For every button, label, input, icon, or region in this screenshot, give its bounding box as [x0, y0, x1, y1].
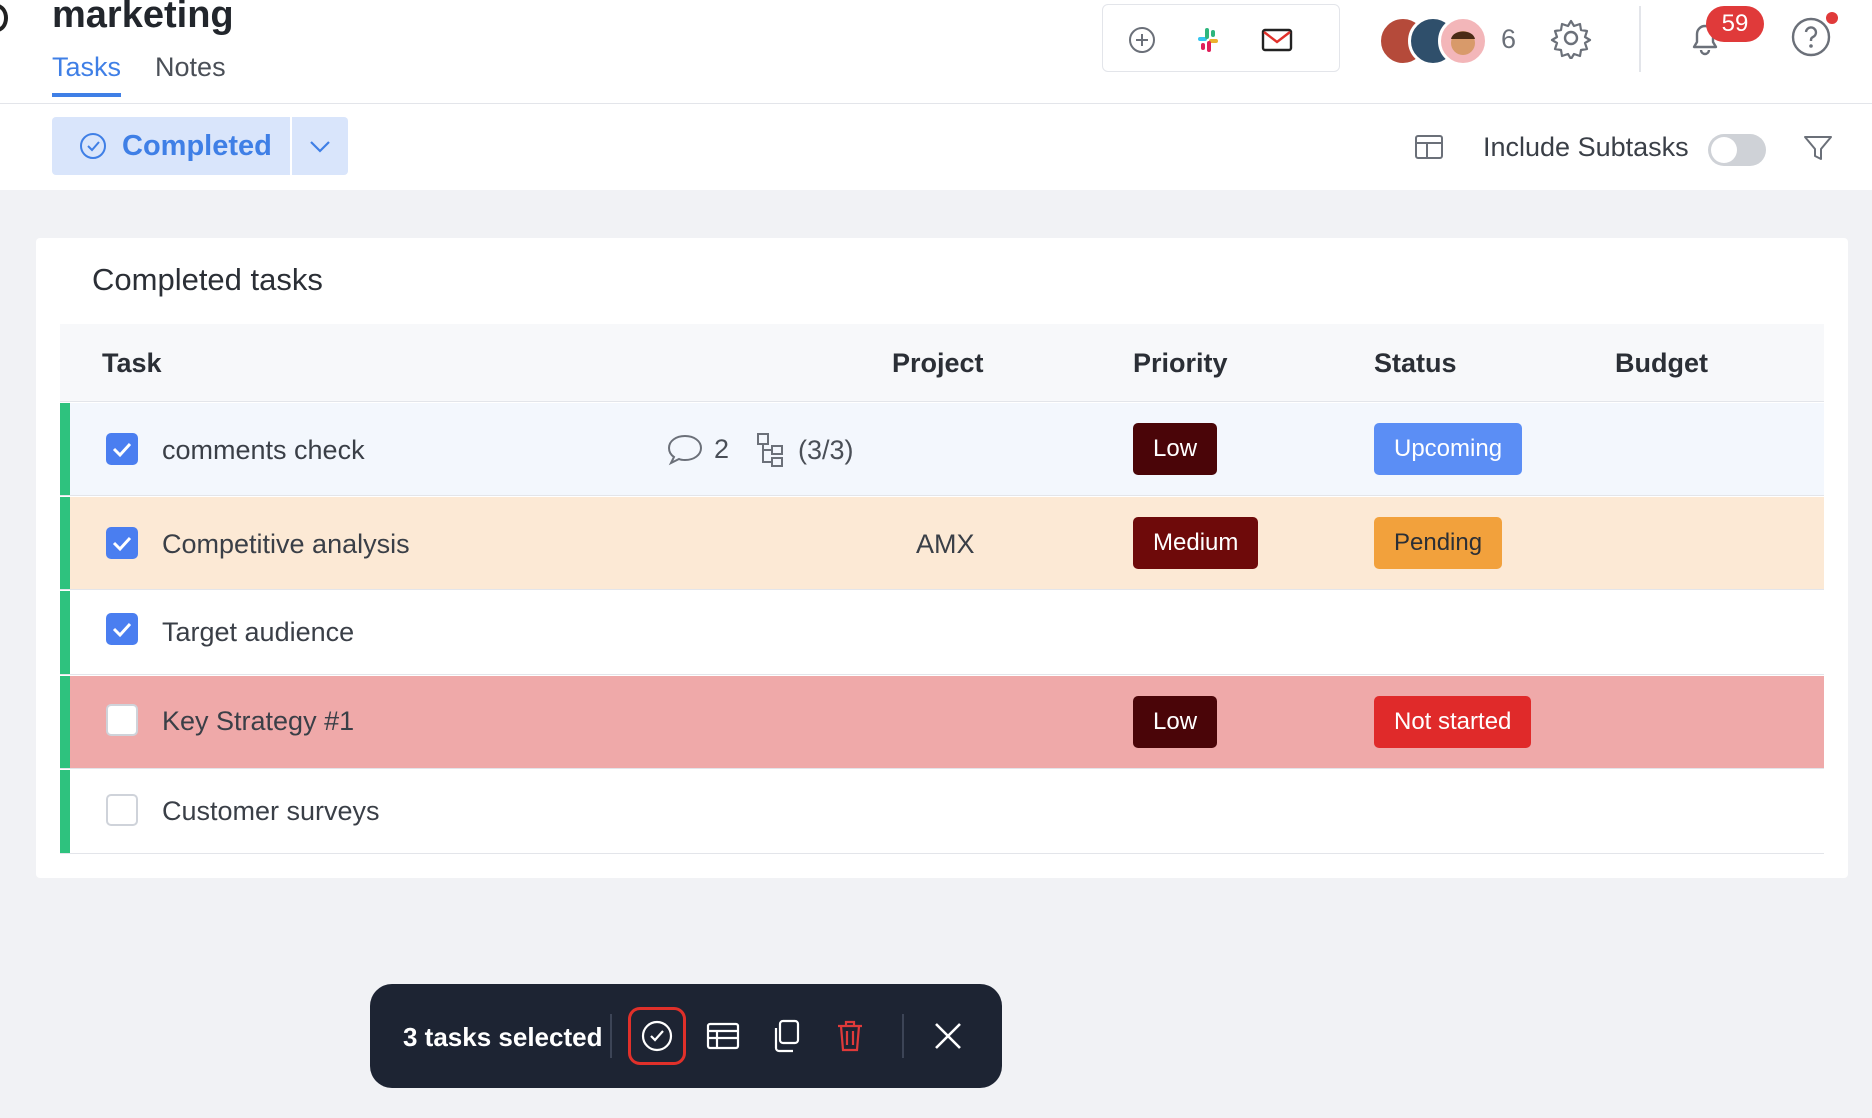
close-icon	[935, 1023, 961, 1049]
filter-dropdown-button[interactable]	[292, 117, 348, 175]
comments-count-text: 2	[714, 433, 730, 464]
status-badge[interactable]: Not started	[1374, 696, 1532, 748]
move-to-table-button[interactable]	[701, 1014, 745, 1058]
chevron-down-icon	[310, 141, 330, 153]
checkmark-icon	[112, 442, 132, 458]
header-divider	[1639, 6, 1641, 72]
help-icon[interactable]	[1790, 16, 1832, 58]
project-name[interactable]: AMX	[916, 529, 975, 560]
close-selection-button[interactable]	[926, 1014, 970, 1058]
task-name[interactable]: Target audience	[162, 617, 354, 648]
table-header: Task Project Priority Status Budget	[60, 324, 1824, 402]
row-stripe	[60, 403, 70, 495]
mark-complete-button[interactable]	[628, 1007, 686, 1065]
bulk-action-bar: 3 tasks selected	[370, 984, 1002, 1088]
task-name[interactable]: Customer surveys	[162, 796, 380, 827]
column-header-task[interactable]: Task	[102, 348, 162, 379]
priority-badge[interactable]: Low	[1133, 696, 1218, 748]
add-circle-icon[interactable]	[1125, 23, 1159, 57]
row-stripe	[60, 770, 70, 853]
layout-icon[interactable]	[1414, 132, 1444, 162]
table-row[interactable]: Customer surveys	[60, 770, 1824, 854]
action-bar-divider	[902, 1014, 904, 1058]
column-header-priority[interactable]: Priority	[1133, 348, 1228, 379]
members-count: 6	[1501, 24, 1517, 54]
help-alert-dot	[1826, 12, 1838, 24]
integrations-group	[1102, 4, 1340, 72]
selected-count: 3 tasks selected	[403, 1022, 603, 1052]
action-bar-divider	[610, 1014, 612, 1058]
row-stripe	[60, 676, 70, 768]
task-name[interactable]: Competitive analysis	[162, 529, 410, 560]
delete-button[interactable]	[828, 1014, 872, 1058]
task-name[interactable]: Key Strategy #1	[162, 706, 354, 737]
table-row[interactable]: comments check 2 (3/3) Low Upcoming	[60, 403, 1824, 496]
toolbar: Completed Include Subtasks	[0, 104, 1872, 190]
completed-filter-button[interactable]: Completed	[52, 117, 290, 175]
table-row[interactable]: Key Strategy #1 Low Not started	[60, 676, 1824, 769]
row-stripe	[60, 497, 70, 589]
mail-icon[interactable]	[1260, 23, 1294, 57]
column-header-project[interactable]: Project	[892, 348, 984, 379]
row-checkbox[interactable]	[106, 704, 138, 736]
check-circle-icon	[78, 131, 108, 161]
task-name[interactable]: comments check	[162, 435, 365, 466]
row-checkbox[interactable]	[106, 433, 138, 465]
filter-label: Completed	[122, 129, 272, 162]
status-badge[interactable]: Pending	[1374, 517, 1503, 569]
row-checkbox[interactable]	[106, 613, 138, 645]
tab-bar: Tasks Notes	[52, 52, 226, 97]
trash-icon	[838, 1020, 862, 1052]
checkmark-icon	[112, 622, 132, 638]
column-header-budget[interactable]: Budget	[1615, 348, 1708, 379]
notifications-badge: 59	[1706, 6, 1764, 42]
page-title: marketing	[52, 0, 234, 36]
duplicate-button[interactable]	[764, 1014, 808, 1058]
tab-tasks[interactable]: Tasks	[52, 52, 122, 97]
subtask-tree-icon	[757, 433, 783, 467]
table-row[interactable]: Target audience	[60, 591, 1824, 675]
tab-notes[interactable]: Notes	[155, 52, 226, 97]
back-edge-icon[interactable]	[0, 4, 8, 32]
slack-icon[interactable]	[1191, 23, 1225, 57]
include-subtasks-label: Include Subtasks	[1483, 132, 1689, 162]
table-row[interactable]: Competitive analysis AMX Medium Pending	[60, 497, 1824, 590]
avatar	[1438, 16, 1488, 66]
subtasks-count-text: (3/3)	[798, 434, 854, 465]
complete-check-icon	[641, 1020, 673, 1052]
status-badge[interactable]: Upcoming	[1374, 423, 1523, 475]
duplicate-icon	[774, 1019, 800, 1053]
priority-badge[interactable]: Low	[1133, 423, 1218, 475]
toggle-knob	[1711, 137, 1737, 163]
header: marketing Tasks Notes 6 59	[0, 0, 1872, 104]
card-title: Completed tasks	[92, 262, 323, 297]
priority-badge[interactable]: Medium	[1133, 517, 1259, 569]
comment-icon	[667, 434, 703, 466]
row-checkbox[interactable]	[106, 527, 138, 559]
include-subtasks-toggle[interactable]	[1708, 134, 1766, 166]
row-stripe	[60, 591, 70, 674]
table-icon	[706, 1022, 740, 1050]
gear-icon[interactable]	[1550, 17, 1592, 61]
comments-count[interactable]: 2	[666, 432, 729, 466]
filter-funnel-icon[interactable]	[1802, 132, 1834, 164]
completed-tasks-card: Completed tasks Task Project Priority St…	[36, 238, 1848, 878]
row-checkbox[interactable]	[106, 794, 138, 826]
checkmark-icon	[112, 536, 132, 552]
subtasks-count[interactable]: (3/3)	[756, 432, 854, 468]
column-header-status[interactable]: Status	[1374, 348, 1457, 379]
